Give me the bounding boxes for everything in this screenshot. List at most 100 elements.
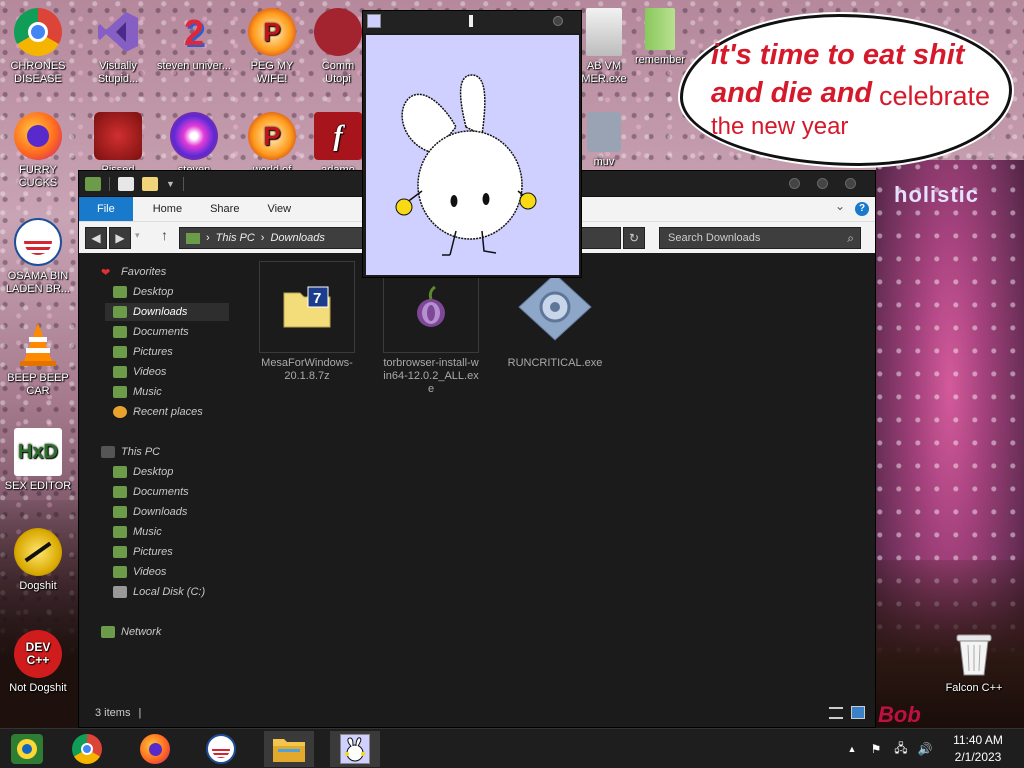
recent-locations-icon[interactable]: ▾ — [135, 230, 140, 241]
item-count: 3 items — [95, 707, 131, 719]
close-button[interactable] — [845, 178, 856, 189]
wallpaper-text-holistic: holistic — [894, 182, 980, 207]
status-bar: 3 items | — [79, 699, 875, 727]
file-item-mesa[interactable]: 7 MesaForWindows-20.1.8.7z — [259, 261, 355, 383]
sidebar-item-pc-desktop[interactable]: Desktop — [113, 463, 173, 481]
desktop-icon-adamo[interactable]: f adamo — [310, 112, 366, 177]
bunny-title-marker-icon — [469, 15, 473, 27]
desktop-icon-world-of[interactable]: P world of — [234, 112, 310, 177]
bunny-canvas — [366, 35, 579, 275]
vm-icon — [586, 8, 622, 56]
system-clock[interactable]: 11:40 AM 2/1/2023 — [936, 732, 1020, 766]
desktop-icon-2 — [113, 466, 127, 478]
new-folder-icon[interactable] — [142, 176, 158, 191]
search-input[interactable]: Search Downloads ⌕ — [659, 227, 861, 249]
computer-icon — [101, 446, 115, 458]
bunny-window[interactable] — [362, 10, 582, 278]
navigation-pane: ❤ Favorites Desktop Downloads Documents … — [79, 261, 259, 701]
desktop-icon-peg-my-wife[interactable]: P PEG MY WIFE! — [234, 8, 310, 86]
desktop-icon-dogshit[interactable]: Dogshit — [0, 528, 76, 593]
taskbar-file-explorer[interactable] — [264, 731, 314, 767]
desktop-icon-steven-universe[interactable]: 2 steven univer... — [156, 8, 232, 73]
taskbar: ▲ ⚑ 🖧 🔊 11:40 AM 2/1/2023 — [0, 728, 1024, 768]
tab-home[interactable]: Home — [139, 197, 196, 221]
sidebar-item-recent-places[interactable]: Recent places — [113, 403, 203, 421]
minimize-button[interactable] — [789, 178, 800, 189]
taskbar-chrome[interactable] — [62, 731, 112, 767]
desktop-icon-remember[interactable]: remember — [622, 8, 698, 67]
sidebar-item-local-disk[interactable]: Local Disk (C:) — [113, 583, 205, 601]
tab-file[interactable]: File — [79, 197, 133, 221]
refresh-button[interactable]: ↻ — [623, 227, 645, 249]
sidebar-thispc-header[interactable]: This PC — [101, 443, 160, 461]
maximize-button[interactable] — [817, 178, 828, 189]
videos-icon-2 — [113, 566, 127, 578]
desktop-icon-falcon-cpp[interactable]: Falcon C++ — [936, 630, 1012, 695]
folder-icon-taskbar — [273, 739, 305, 762]
address-sep-icon: › — [206, 232, 210, 244]
sidebar-item-pc-documents[interactable]: Documents — [113, 483, 189, 501]
clock-date: 2/1/2023 — [954, 750, 1002, 764]
sidebar-item-fav-desktop[interactable]: Desktop — [113, 283, 173, 301]
large-icons-view-icon[interactable] — [851, 706, 865, 719]
qat-dropdown-icon[interactable]: ▼ — [166, 179, 175, 189]
help-icon[interactable]: ? — [855, 202, 869, 216]
desktop-icon-not-dogshit[interactable]: DEV C++ Not Dogshit — [0, 630, 76, 695]
start-button[interactable] — [2, 731, 52, 767]
desktop-icon-sex-editor[interactable]: HxD SEX EDITOR — [0, 428, 76, 493]
desktop-icon-beep-beep-car[interactable]: BEEP BEEP CAR — [0, 320, 76, 398]
tab-share[interactable]: Share — [196, 197, 253, 221]
desktop-icon-osama-bin-laden[interactable]: OSAMA BIN LADEN BR... — [0, 218, 76, 296]
sidebar-item-pc-videos[interactable]: Videos — [113, 563, 166, 581]
drive-icon — [113, 586, 127, 598]
volume-icon[interactable]: 🔊 — [914, 729, 936, 768]
search-icon[interactable]: ⌕ — [847, 231, 854, 246]
sidebar-item-fav-downloads[interactable]: Downloads — [105, 303, 229, 321]
taskbar-firefox[interactable] — [130, 731, 180, 767]
chrome-icon — [14, 8, 62, 56]
sidebar-item-fav-videos[interactable]: Videos — [113, 363, 166, 381]
sidebar-item-pc-music[interactable]: Music — [113, 523, 162, 541]
properties-icon[interactable] — [118, 176, 134, 191]
ribbon-expand-icon[interactable]: ⌄ — [835, 199, 845, 213]
documents-icon — [113, 326, 127, 338]
sidebar-item-fav-music[interactable]: Music — [113, 383, 162, 401]
up-button[interactable]: ↑ — [161, 227, 168, 243]
sidebar-network[interactable]: Network — [101, 623, 161, 641]
taskbar-bunny-app[interactable] — [330, 731, 380, 767]
star-icon: ❤ — [101, 267, 111, 279]
network-tray-icon[interactable]: 🖧 — [890, 729, 912, 768]
start-icon — [11, 734, 43, 764]
desktop-icon-steven[interactable]: steven — [156, 112, 232, 177]
vlc-cone-icon — [14, 320, 62, 368]
action-center-flag-icon[interactable]: ⚑ — [866, 729, 886, 768]
breadcrumb-downloads[interactable]: Downloads — [270, 232, 324, 244]
sidebar-item-pc-downloads[interactable]: Downloads — [113, 503, 187, 521]
file-item-torbrowser[interactable]: torbrowser-install-win64-12.0.2_ALL.exe — [383, 261, 479, 396]
sidebar-favorites-header[interactable]: ❤ Favorites — [101, 263, 166, 281]
bunny-close-button[interactable] — [553, 16, 563, 26]
desktop-icon-chrones-disease[interactable]: CHRONES DISEASE — [0, 8, 76, 86]
hxd-icon: HxD — [14, 428, 62, 476]
desktop-icon-comm-utopi[interactable]: Comm Utopi — [310, 8, 366, 86]
details-view-icon[interactable] — [829, 707, 843, 719]
taskbar-obama[interactable] — [196, 731, 246, 767]
breadcrumb-this-pc[interactable]: This PC — [216, 232, 255, 244]
sidebar-item-pc-pictures[interactable]: Pictures — [113, 543, 173, 561]
sidebar-item-fav-pictures[interactable]: Pictures — [113, 343, 173, 361]
desktop-icon-pissed[interactable]: Pissed — [80, 112, 156, 177]
desktop-icon-visually-stupid[interactable]: Visually Stupid... — [80, 8, 156, 86]
show-hidden-icons-button[interactable]: ▲ — [844, 729, 860, 768]
sidebar-item-fav-documents[interactable]: Documents — [113, 323, 189, 341]
pictures-icon-2 — [113, 546, 127, 558]
network-icon — [101, 626, 115, 638]
chrome-icon-taskbar — [72, 734, 102, 764]
folder-icon — [645, 8, 675, 50]
app-icon — [587, 112, 621, 152]
desktop-icon-furry-cucks[interactable]: FURRY CUCKS — [0, 112, 76, 190]
tab-view[interactable]: View — [253, 197, 305, 221]
bunny-window-titlebar[interactable] — [363, 11, 581, 33]
folder-small-icon — [85, 176, 101, 191]
forward-button[interactable]: ▶ — [109, 227, 131, 249]
back-button[interactable]: ◀ — [85, 227, 107, 249]
